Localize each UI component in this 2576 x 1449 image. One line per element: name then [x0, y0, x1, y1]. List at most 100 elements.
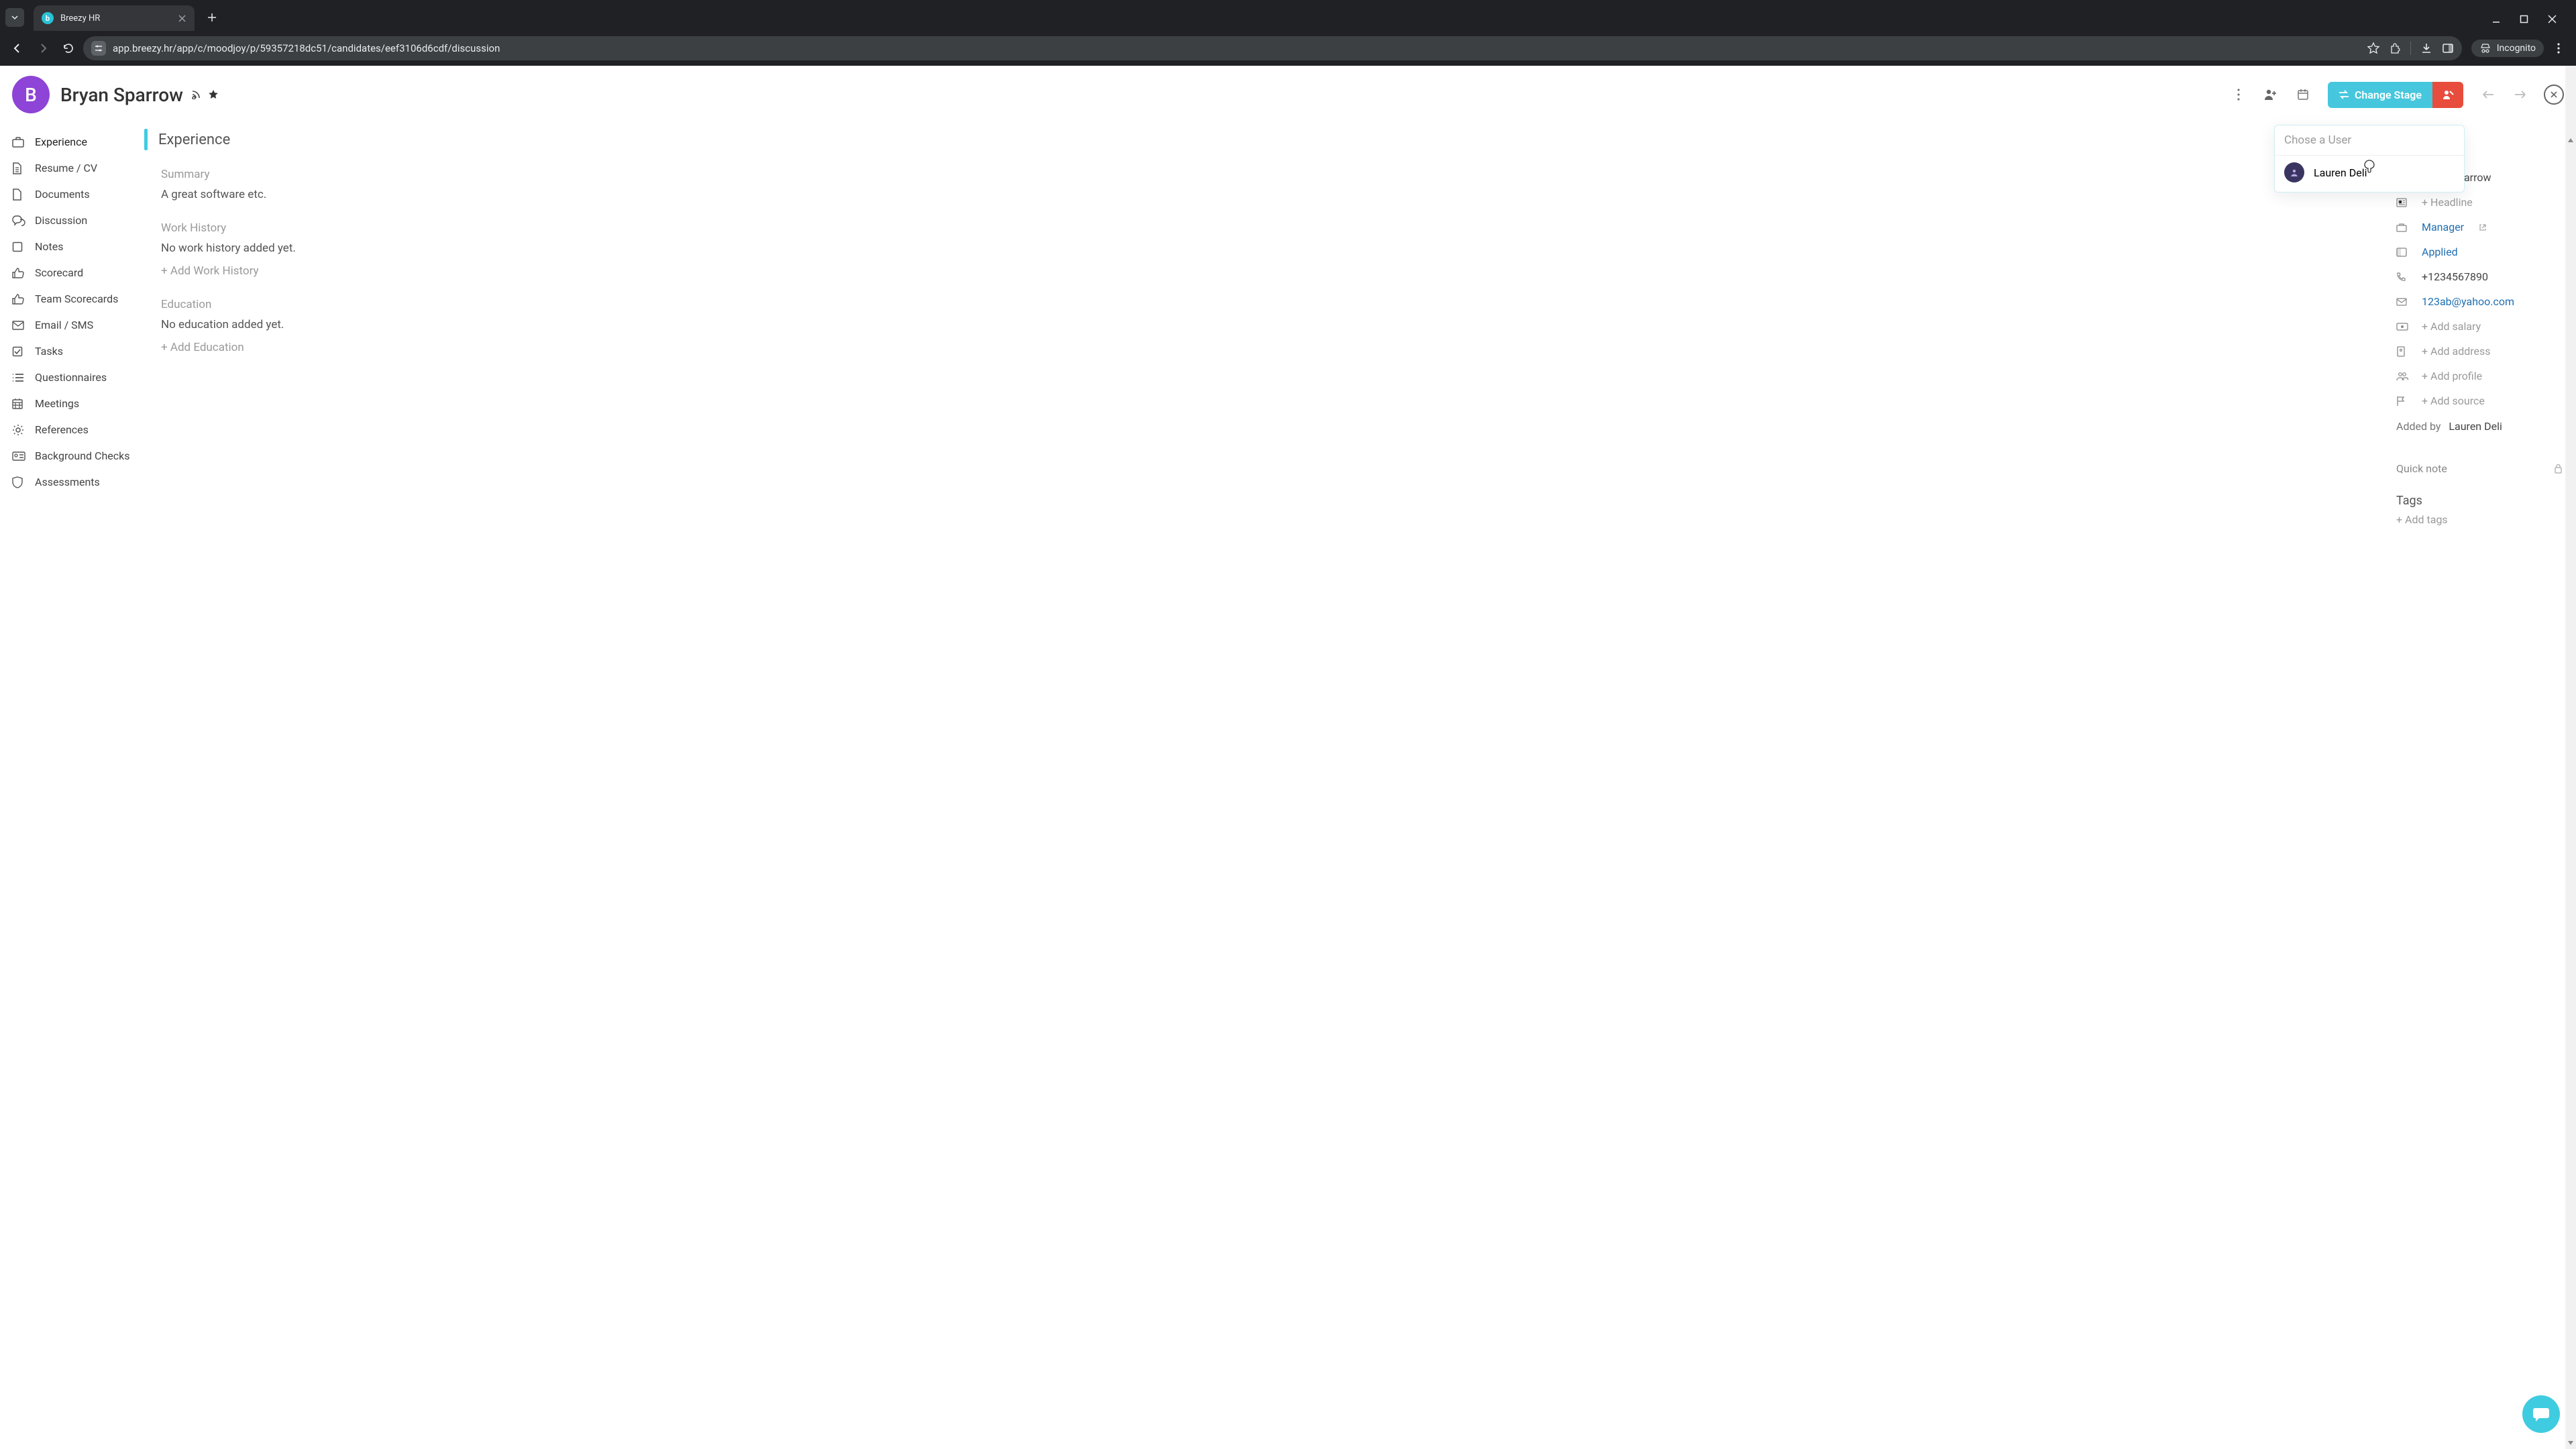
change-stage-button[interactable]: Change Stage	[2328, 82, 2432, 108]
bookmark-button[interactable]	[2367, 42, 2379, 54]
detail-stage-row[interactable]: Applied	[2396, 239, 2563, 264]
briefcase-icon	[12, 137, 25, 148]
nav-scorecard[interactable]: Scorecard	[0, 260, 146, 286]
window-maximize-button[interactable]	[2520, 15, 2533, 24]
user-search-input[interactable]	[2284, 133, 2455, 147]
next-candidate-button[interactable]	[2506, 80, 2534, 109]
chat-fab-button[interactable]	[2522, 1395, 2560, 1433]
nav-experience[interactable]: Experience	[0, 129, 146, 155]
window-minimize-button[interactable]	[2491, 15, 2505, 24]
detail-role-row[interactable]: Manager	[2396, 215, 2563, 239]
nav-label: Meetings	[35, 397, 79, 410]
section-accent-bar	[144, 129, 148, 150]
detail-address-row[interactable]: + Add address	[2396, 339, 2563, 364]
url-actions	[2367, 42, 2454, 55]
section-title-wrap: Experience	[144, 129, 2380, 150]
detail-phone-row[interactable]: +1234567890	[2396, 264, 2563, 289]
nav-team-scorecards[interactable]: Team Scorecards	[0, 286, 146, 312]
nav-label: Discussion	[35, 214, 87, 227]
nav-references[interactable]: References	[0, 417, 146, 443]
nav-discussion[interactable]: Discussion	[0, 207, 146, 233]
nav-email-sms[interactable]: Email / SMS	[0, 312, 146, 338]
detail-address-placeholder: + Add address	[2422, 345, 2491, 358]
main-content: Experience Summary A great software etc.…	[146, 123, 2396, 1449]
scroll-up-button[interactable]	[2566, 136, 2575, 145]
incognito-indicator[interactable]: Incognito	[2471, 40, 2544, 57]
user-option[interactable]: Lauren Deli	[2275, 156, 2464, 192]
panel-icon	[2442, 42, 2454, 54]
scroll-down-button[interactable]	[2566, 1438, 2575, 1448]
add-work-history-button[interactable]: + Add Work History	[161, 264, 2380, 278]
arrow-right-icon	[2514, 90, 2526, 99]
tab-close-button[interactable]	[176, 12, 188, 24]
added-by-row: Added by Lauren Deli	[2396, 420, 2563, 433]
nav-label: Documents	[35, 188, 90, 201]
detail-salary-row[interactable]: + Add salary	[2396, 314, 2563, 339]
phone-icon	[2396, 272, 2411, 282]
detail-email-row[interactable]: 123ab@yahoo.com	[2396, 289, 2563, 314]
detail-headline-row[interactable]: + Headline	[2396, 190, 2563, 215]
user-search-wrap	[2275, 125, 2464, 156]
extensions-button[interactable]	[2389, 42, 2401, 54]
add-tags-button[interactable]: + Add tags	[2396, 513, 2563, 526]
add-education-button[interactable]: + Add Education	[161, 341, 2380, 354]
favorite-button[interactable]	[208, 89, 219, 100]
nav-meetings[interactable]: Meetings	[0, 390, 146, 417]
downloads-button[interactable]	[2420, 42, 2432, 54]
address-bar[interactable]: app.breezy.hr/app/c/moodjoy/p/59357218dc…	[83, 36, 2462, 60]
prev-candidate-button[interactable]	[2474, 80, 2502, 109]
nav-background-checks[interactable]: Background Checks	[0, 443, 146, 469]
assign-user-button[interactable]	[2257, 80, 2285, 109]
window-close-button[interactable]	[2548, 15, 2561, 24]
user-plus-icon	[2264, 89, 2277, 101]
more-options-button[interactable]	[2224, 80, 2253, 109]
back-button[interactable]	[7, 38, 28, 59]
candidate-header: B Bryan Sparrow Change Stage	[0, 66, 2576, 123]
tab-search-button[interactable]	[5, 8, 24, 27]
nav-questionnaires[interactable]: Questionnaires	[0, 364, 146, 390]
list-icon	[12, 373, 25, 382]
flag-icon	[2396, 396, 2411, 407]
side-panel-button[interactable]	[2442, 42, 2454, 54]
forward-button[interactable]	[32, 38, 54, 59]
arrow-left-icon	[2482, 90, 2494, 99]
quick-note-row[interactable]: Quick note	[2396, 462, 2563, 475]
user-remove-icon	[2442, 89, 2454, 100]
new-tab-button[interactable]	[203, 8, 221, 27]
rss-button[interactable]	[191, 89, 201, 100]
stage-icon	[2396, 248, 2411, 257]
browser-menu-button[interactable]	[2548, 43, 2569, 54]
nav-tasks[interactable]: Tasks	[0, 338, 146, 364]
nav-documents[interactable]: Documents	[0, 181, 146, 207]
work-history-block: Work History No work history added yet. …	[161, 221, 2380, 278]
header-actions: Change Stage	[2224, 80, 2564, 109]
nav-label: Scorecard	[35, 266, 83, 279]
minimize-icon	[2491, 15, 2501, 24]
incognito-label: Incognito	[2497, 43, 2536, 54]
download-icon	[2420, 42, 2432, 54]
disqualify-button[interactable]	[2432, 82, 2463, 108]
change-stage-label: Change Stage	[2355, 89, 2422, 101]
user-option-avatar	[2284, 162, 2304, 182]
tune-icon	[94, 44, 103, 53]
education-block: Education No education added yet. + Add …	[161, 298, 2380, 354]
close-panel-button[interactable]	[2544, 85, 2564, 105]
incognito-icon	[2479, 42, 2491, 54]
site-info-button[interactable]	[91, 41, 106, 56]
nav-notes[interactable]: Notes	[0, 233, 146, 260]
nav-resume[interactable]: Resume / CV	[0, 155, 146, 181]
schedule-button[interactable]	[2289, 80, 2317, 109]
quick-note-placeholder: Quick note	[2396, 462, 2447, 475]
gear-icon	[12, 424, 25, 436]
candidate-name-actions	[191, 89, 219, 100]
favicon-icon: b	[42, 12, 54, 24]
detail-phone: +1234567890	[2422, 270, 2488, 283]
reload-button[interactable]	[58, 38, 79, 59]
scrollbar-track[interactable]	[2565, 66, 2576, 1449]
puzzle-icon	[2389, 42, 2401, 54]
user-chooser-dropdown: Lauren Deli	[2274, 125, 2465, 193]
detail-source-row[interactable]: + Add source	[2396, 388, 2563, 413]
detail-profile-row[interactable]: + Add profile	[2396, 364, 2563, 388]
browser-tab[interactable]: b Breezy HR	[34, 5, 195, 31]
nav-assessments[interactable]: Assessments	[0, 469, 146, 495]
